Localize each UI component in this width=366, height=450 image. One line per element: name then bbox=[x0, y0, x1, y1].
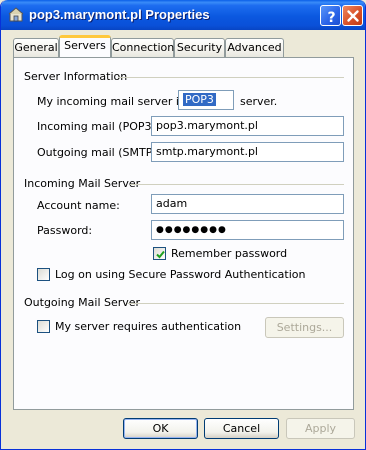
incoming-mail-label: Incoming mail (POP3): bbox=[37, 120, 160, 133]
close-button[interactable] bbox=[342, 5, 363, 26]
settings-button[interactable]: Settings... bbox=[265, 317, 344, 338]
ok-button[interactable]: OK bbox=[123, 418, 198, 439]
dialog-body: General Servers Connection Security Adva… bbox=[4, 30, 363, 447]
spa-label: Log on using Secure Password Authenticat… bbox=[55, 268, 306, 281]
outgoing-mail-server-label: Outgoing Mail Server bbox=[24, 296, 141, 309]
remember-password-checkbox[interactable] bbox=[153, 247, 166, 260]
servers-tab-panel: Server Information My incoming mail serv… bbox=[13, 57, 354, 410]
outgoing-mail-label: Outgoing mail (SMTP): bbox=[37, 146, 161, 159]
title-bar[interactable]: pop3.marymont.pl Properties ? bbox=[1, 0, 365, 30]
account-name-label: Account name: bbox=[37, 199, 120, 212]
tab-general[interactable]: General bbox=[13, 38, 59, 57]
tab-security[interactable]: Security bbox=[174, 38, 225, 57]
account-name-field[interactable]: adam bbox=[151, 194, 344, 214]
tab-advanced[interactable]: Advanced bbox=[225, 38, 284, 57]
requires-auth-label: My server requires authentication bbox=[55, 320, 242, 333]
group-divider bbox=[130, 184, 344, 185]
requires-auth-checkbox[interactable] bbox=[37, 320, 50, 333]
incoming-type-prefix: My incoming mail server is a bbox=[37, 95, 195, 108]
spa-checkbox[interactable] bbox=[37, 268, 50, 281]
password-field[interactable]: ●●●●●●●● bbox=[151, 220, 344, 240]
password-label: Password: bbox=[37, 224, 93, 237]
remember-password-label: Remember password bbox=[171, 247, 288, 260]
incoming-mail-field[interactable]: pop3.marymont.pl bbox=[151, 116, 344, 136]
window-title: pop3.marymont.pl Properties bbox=[29, 7, 210, 22]
incoming-server-type-field[interactable]: POP3 bbox=[178, 90, 234, 110]
group-divider bbox=[127, 303, 344, 304]
properties-dialog: pop3.marymont.pl Properties ? General Se… bbox=[0, 0, 366, 450]
apply-button[interactable]: Apply bbox=[286, 418, 355, 439]
outgoing-mail-field[interactable]: smtp.marymont.pl bbox=[151, 142, 344, 162]
cancel-button[interactable]: Cancel bbox=[204, 418, 279, 439]
tab-connection[interactable]: Connection bbox=[111, 38, 174, 57]
incoming-type-suffix: server. bbox=[240, 95, 278, 108]
server-information-label: Server Information bbox=[24, 70, 128, 83]
svg-text:?: ? bbox=[327, 10, 335, 26]
help-button[interactable]: ? bbox=[320, 5, 341, 26]
incoming-mail-server-label: Incoming Mail Server bbox=[24, 177, 141, 190]
tab-servers[interactable]: Servers bbox=[59, 35, 111, 57]
group-divider bbox=[118, 77, 344, 78]
mail-account-icon bbox=[7, 6, 25, 24]
